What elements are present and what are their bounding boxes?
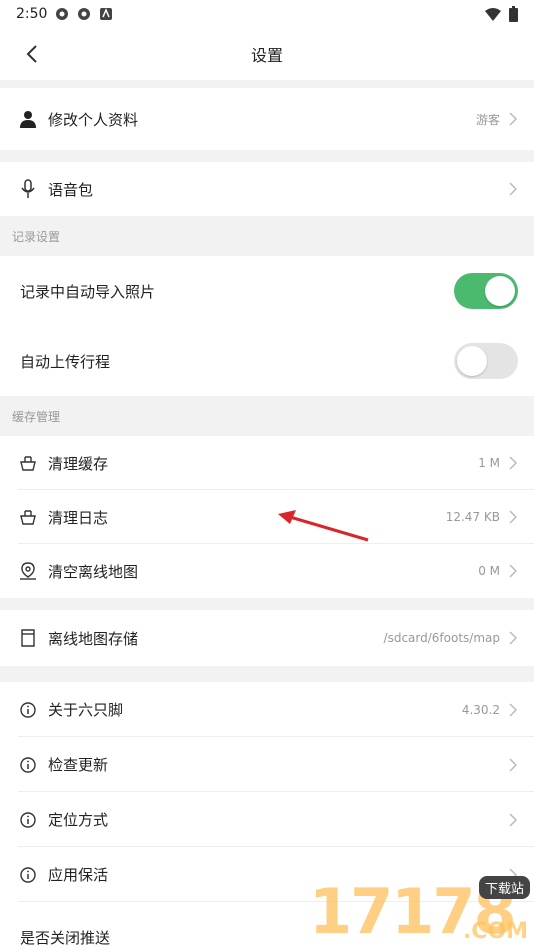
auto-import-photos-toggle[interactable] bbox=[454, 273, 518, 309]
clear-offline-map-row[interactable]: 清空离线地图 0 M bbox=[0, 544, 534, 598]
toggle-knob bbox=[457, 346, 487, 376]
nav-bar: 设置 bbox=[0, 28, 534, 80]
back-button[interactable] bbox=[18, 40, 46, 68]
profile-value: 游客 bbox=[475, 112, 500, 127]
app-notification-icon bbox=[100, 8, 113, 20]
chevron-right-icon bbox=[509, 510, 518, 524]
clear-log-label: 清理日志 bbox=[48, 508, 109, 527]
status-bar: 2:50 bbox=[0, 0, 534, 28]
auto-import-photos-row: 记录中自动导入照片 bbox=[0, 256, 534, 326]
watermark-badge: 下载站 bbox=[478, 876, 530, 899]
auto-upload-track-row: 自动上传行程 bbox=[0, 326, 534, 396]
log-size-value: 12.47 KB bbox=[445, 510, 500, 524]
check-update-label: 检查更新 bbox=[48, 756, 109, 774]
clear-cache-label: 清理缓存 bbox=[48, 454, 109, 473]
offline-map-storage-row[interactable]: 离线地图存储 /sdcard/6foots/map bbox=[0, 610, 534, 666]
wifi-icon bbox=[485, 8, 501, 21]
info-icon bbox=[18, 700, 38, 720]
annotation-arrow bbox=[278, 510, 369, 542]
record-settings-header: 记录设置 bbox=[0, 216, 534, 256]
cache-management-header: 缓存管理 bbox=[0, 396, 534, 436]
chevron-right-icon bbox=[509, 812, 518, 827]
toggle-knob bbox=[485, 276, 515, 306]
site-watermark: 17178 下载站 .COM bbox=[309, 870, 534, 950]
voice-pack-label: 语音包 bbox=[48, 180, 94, 199]
auto-import-photos-label: 记录中自动导入照片 bbox=[20, 282, 156, 301]
sd-card-icon bbox=[18, 628, 38, 648]
info-icon bbox=[18, 810, 38, 830]
page-title: 设置 bbox=[250, 46, 283, 65]
location-mode-label: 定位方式 bbox=[48, 811, 109, 829]
app-version-value: 4.30.2 bbox=[461, 702, 500, 717]
offline-map-storage-label: 离线地图存储 bbox=[48, 629, 139, 648]
check-update-row[interactable]: 检查更新 bbox=[0, 737, 534, 792]
map-pin-icon bbox=[18, 561, 38, 581]
chevron-right-icon bbox=[509, 564, 518, 578]
edit-profile-row[interactable]: 修改个人资料 游客 bbox=[0, 88, 534, 150]
chevron-right-icon bbox=[509, 631, 518, 645]
cache-size-value: 1 M bbox=[478, 456, 500, 470]
basket-icon bbox=[18, 507, 38, 527]
edit-profile-label: 修改个人资料 bbox=[48, 110, 139, 129]
storage-path-value: /sdcard/6foots/map bbox=[383, 631, 500, 645]
offline-map-size-value: 0 M bbox=[478, 564, 500, 578]
location-mode-row[interactable]: 定位方式 bbox=[0, 792, 534, 847]
clear-offline-map-label: 清空离线地图 bbox=[48, 562, 139, 581]
watermark-domain: .COM bbox=[462, 919, 528, 944]
chevron-right-icon bbox=[509, 456, 518, 470]
chevron-right-icon bbox=[509, 702, 518, 717]
status-time: 2:50 bbox=[16, 6, 48, 22]
info-icon bbox=[18, 865, 38, 885]
auto-upload-track-toggle[interactable] bbox=[454, 343, 518, 379]
clear-cache-row[interactable]: 清理缓存 1 M bbox=[0, 436, 534, 490]
about-app-label: 关于六只脚 bbox=[48, 701, 124, 719]
info-icon bbox=[18, 755, 38, 775]
chevron-right-icon bbox=[509, 757, 518, 772]
auto-upload-track-label: 自动上传行程 bbox=[20, 352, 111, 371]
chevron-left-icon bbox=[26, 45, 37, 63]
app-notification-icon bbox=[56, 8, 69, 20]
about-app-row[interactable]: 关于六只脚 4.30.2 bbox=[0, 682, 534, 737]
voice-pack-row[interactable]: 语音包 bbox=[0, 162, 534, 216]
chevron-right-icon bbox=[509, 112, 518, 126]
battery-icon bbox=[509, 6, 518, 22]
person-icon bbox=[18, 109, 38, 129]
clear-log-row[interactable]: 清理日志 12.47 KB bbox=[0, 490, 534, 544]
chevron-right-icon bbox=[509, 182, 518, 196]
microphone-icon bbox=[18, 179, 38, 199]
basket-icon bbox=[18, 453, 38, 473]
app-notification-icon bbox=[78, 8, 91, 20]
